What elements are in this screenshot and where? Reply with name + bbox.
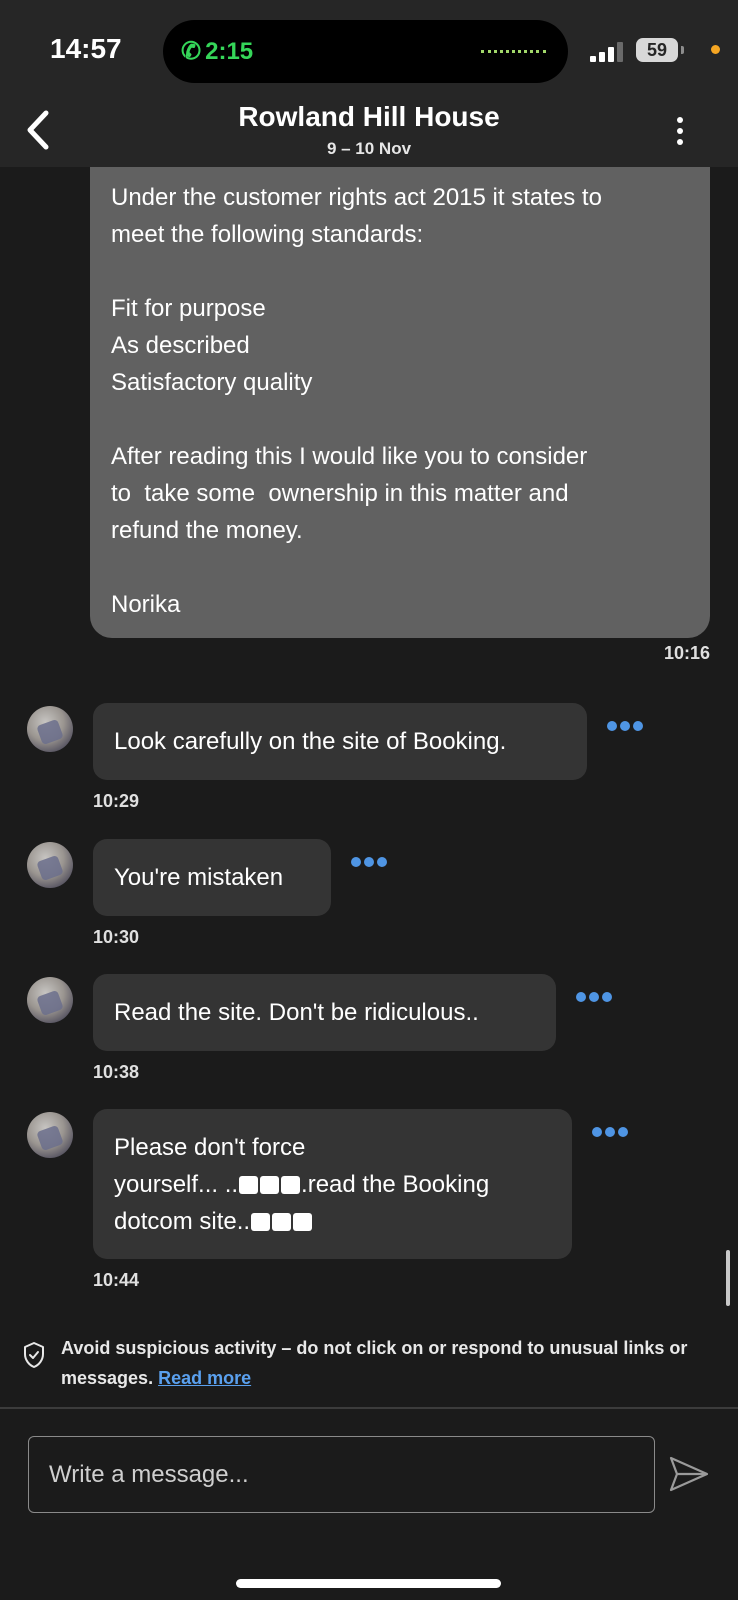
message-line: Under the customer rights act 2015 it st… bbox=[111, 184, 602, 211]
message-timestamp: 10:29 bbox=[93, 791, 140, 811]
call-indicator: ✆ 2:15 bbox=[181, 37, 253, 66]
safety-warning: Avoid suspicious activity – do not click… bbox=[0, 1325, 738, 1408]
message-text: Please don't force bbox=[114, 1134, 306, 1161]
message-options-button[interactable] bbox=[607, 721, 647, 733]
message-line: meet the following standards: bbox=[111, 221, 424, 248]
message-timestamp: 10:44 bbox=[93, 1270, 140, 1290]
message-line: As described bbox=[111, 332, 250, 359]
message-text: You're mistaken bbox=[114, 864, 284, 891]
avatar[interactable] bbox=[27, 706, 73, 752]
privacy-indicator-dot bbox=[711, 45, 720, 54]
avatar[interactable] bbox=[27, 1112, 73, 1158]
message-line: Satisfactory quality bbox=[111, 369, 313, 396]
message-line: refund the money. bbox=[111, 517, 303, 544]
incoming-message-bubble[interactable]: Read the site. Don't be ridiculous.. bbox=[93, 974, 556, 1051]
more-horizontal-icon bbox=[576, 992, 586, 1002]
message-line: Fit for purpose bbox=[111, 295, 266, 322]
more-horizontal-icon bbox=[351, 857, 361, 867]
message-line bbox=[111, 549, 690, 586]
message-options-button[interactable] bbox=[592, 1127, 632, 1139]
more-vertical-icon bbox=[677, 117, 683, 123]
message-text: Read the site. Don't be ridiculous.. bbox=[114, 999, 479, 1026]
dynamic-island[interactable]: ✆ 2:15 bbox=[163, 20, 568, 83]
audio-waveform-icon bbox=[481, 50, 546, 53]
call-duration: 2:15 bbox=[205, 38, 254, 65]
status-bar: 14:57 ✆ 2:15 59 bbox=[0, 0, 738, 95]
incoming-message-bubble[interactable]: Look carefully on the site of Booking. bbox=[93, 703, 587, 780]
incoming-message-bubble[interactable]: You're mistaken bbox=[93, 839, 331, 916]
battery-icon: 59 bbox=[636, 38, 678, 62]
home-indicator[interactable] bbox=[236, 1579, 501, 1588]
signal-strength-icon bbox=[590, 42, 630, 62]
send-icon[interactable] bbox=[668, 1454, 710, 1494]
message-line bbox=[111, 253, 690, 290]
message-line bbox=[111, 401, 690, 438]
incoming-message-bubble[interactable]: Please don't force yourself... .. .read t… bbox=[93, 1109, 572, 1259]
warning-text: Avoid suspicious activity – do not click… bbox=[61, 1338, 688, 1388]
shield-check-icon bbox=[24, 1342, 44, 1368]
message-line: Norika bbox=[111, 591, 181, 618]
avatar[interactable] bbox=[27, 842, 73, 888]
scrollbar[interactable] bbox=[726, 1250, 730, 1306]
message-options-button[interactable] bbox=[351, 857, 391, 869]
message-input[interactable] bbox=[28, 1436, 655, 1513]
message-line: to take some ownership in this matter an… bbox=[111, 480, 569, 507]
battery-tip bbox=[681, 46, 684, 54]
more-horizontal-icon bbox=[607, 721, 617, 731]
message-timestamp: 10:30 bbox=[93, 927, 140, 947]
chat-header: Rowland Hill House 9 – 10 Nov bbox=[0, 95, 738, 167]
avatar[interactable] bbox=[27, 977, 73, 1023]
more-horizontal-icon bbox=[592, 1127, 602, 1137]
page-subtitle: 9 – 10 Nov bbox=[326, 139, 412, 158]
status-time: 14:57 bbox=[50, 33, 122, 64]
message-timestamp: 10:16 bbox=[663, 643, 710, 663]
message-text: yourself... .. .read the Booking bbox=[114, 1171, 490, 1198]
message-text: Look carefully on the site of Booking. bbox=[114, 728, 507, 755]
more-options-button[interactable] bbox=[670, 117, 690, 147]
phone-icon: ✆ bbox=[181, 38, 202, 65]
message-list[interactable]: Under the customer rights act 2015 it st… bbox=[0, 167, 738, 1325]
read-more-link[interactable]: Read more bbox=[158, 1368, 251, 1388]
outgoing-message-bubble[interactable]: Under the customer rights act 2015 it st… bbox=[90, 167, 710, 638]
message-composer bbox=[0, 1409, 738, 1600]
message-line: After reading this I would like you to c… bbox=[111, 443, 588, 470]
message-timestamp: 10:38 bbox=[93, 1062, 140, 1082]
page-title[interactable]: Rowland Hill House bbox=[0, 101, 738, 133]
message-options-button[interactable] bbox=[576, 992, 616, 1004]
message-text: dotcom site.. bbox=[114, 1203, 551, 1240]
